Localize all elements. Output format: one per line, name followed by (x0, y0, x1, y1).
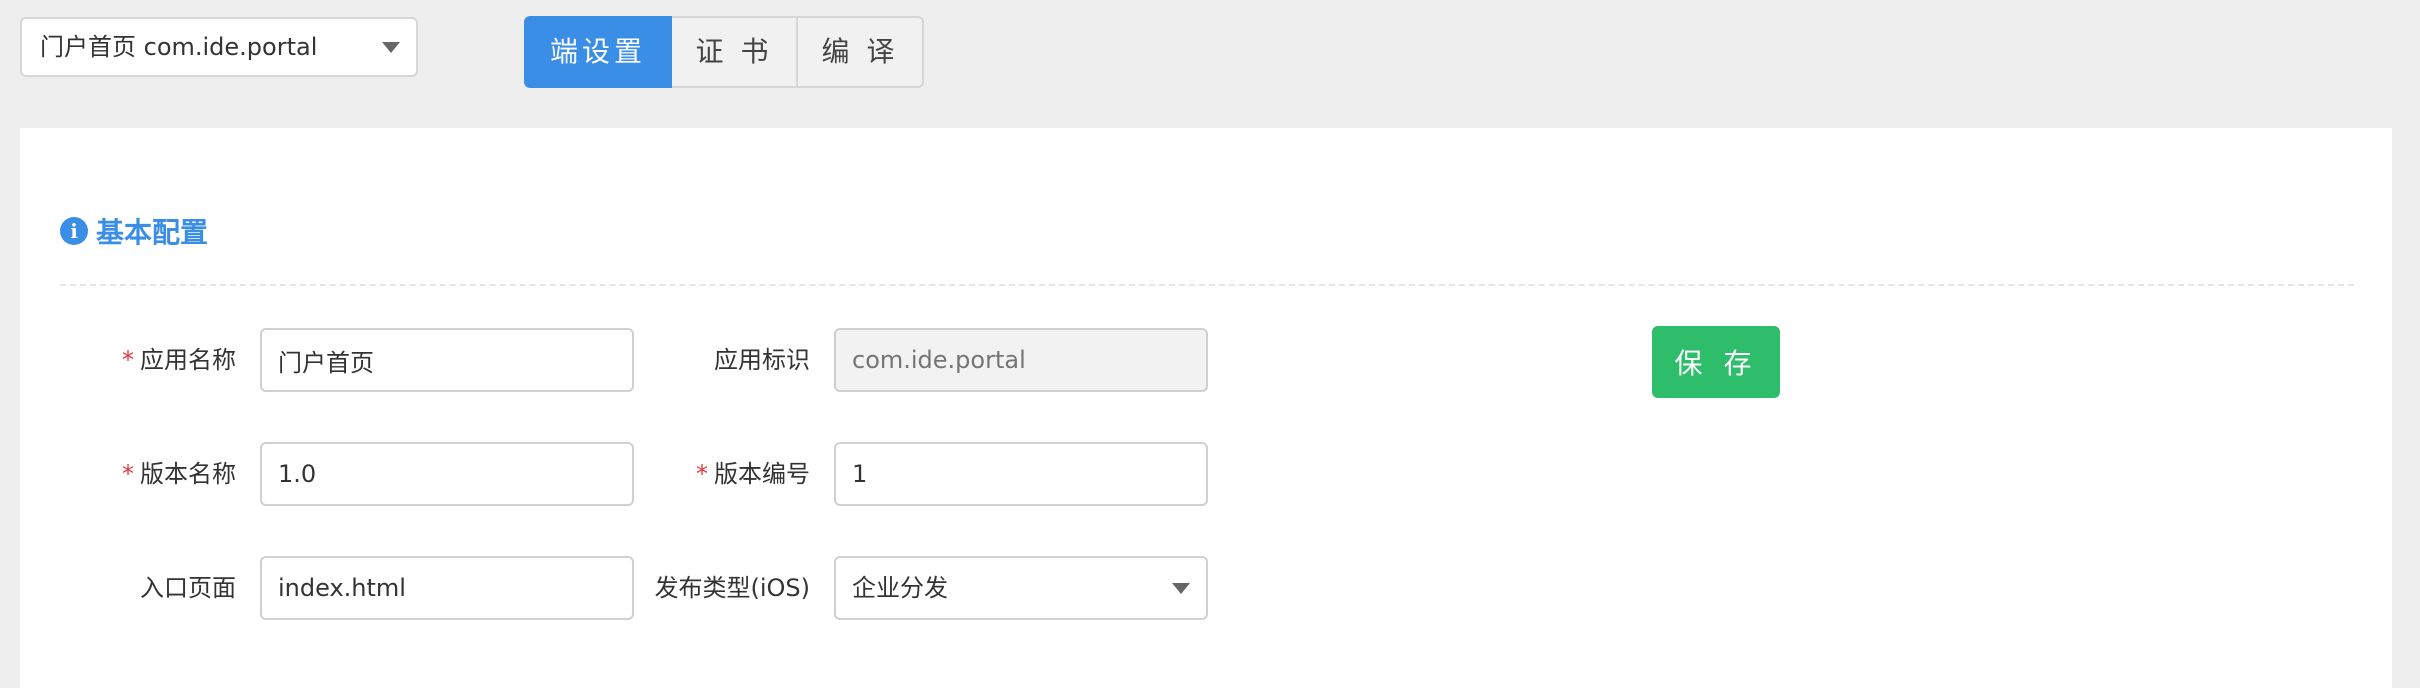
section-divider (60, 284, 2354, 286)
version-code-label-text: 版本编号 (714, 460, 810, 488)
tab-certificate[interactable]: 证 书 (670, 16, 798, 88)
section-header: i 基本配置 (60, 208, 208, 254)
publish-type-label: 发布类型(iOS) (654, 574, 810, 602)
config-panel: i 基本配置 *应用名称 应用标识 保 存 *版本名称 *版本编号 入口页面 发… (20, 128, 2392, 688)
save-button[interactable]: 保 存 (1652, 326, 1780, 398)
publish-type-value: 企业分发 (852, 574, 948, 602)
tab-compile[interactable]: 编 译 (796, 16, 924, 88)
required-mark: * (696, 460, 708, 488)
app-id-input (834, 328, 1208, 392)
app-name-label-text: 应用名称 (140, 346, 236, 374)
required-mark: * (122, 460, 134, 488)
app-id-label: 应用标识 (714, 346, 810, 374)
required-mark: * (122, 346, 134, 374)
version-code-input[interactable] (834, 442, 1208, 506)
version-name-label-text: 版本名称 (140, 460, 236, 488)
version-name-label: * 版本名称 (20, 442, 236, 506)
info-icon: i (60, 217, 88, 245)
tab-endpoint-settings[interactable]: 端设置 (524, 16, 672, 88)
version-code-label: * 版本编号 (420, 442, 810, 506)
publish-type-select[interactable]: 企业分发 (834, 556, 1208, 620)
app-name-label: * 应用名称 (20, 328, 236, 392)
chevron-down-icon (382, 42, 400, 53)
section-title: 基本配置 (96, 216, 209, 249)
app-selector[interactable]: 门户首页 com.ide.portal (20, 17, 418, 77)
entry-page-label: 入口页面 (140, 574, 236, 602)
app-selector-value: 门户首页 com.ide.portal (40, 33, 318, 61)
chevron-down-icon (1172, 583, 1190, 594)
settings-tabs: 端设置 证 书 编 译 (524, 16, 924, 88)
